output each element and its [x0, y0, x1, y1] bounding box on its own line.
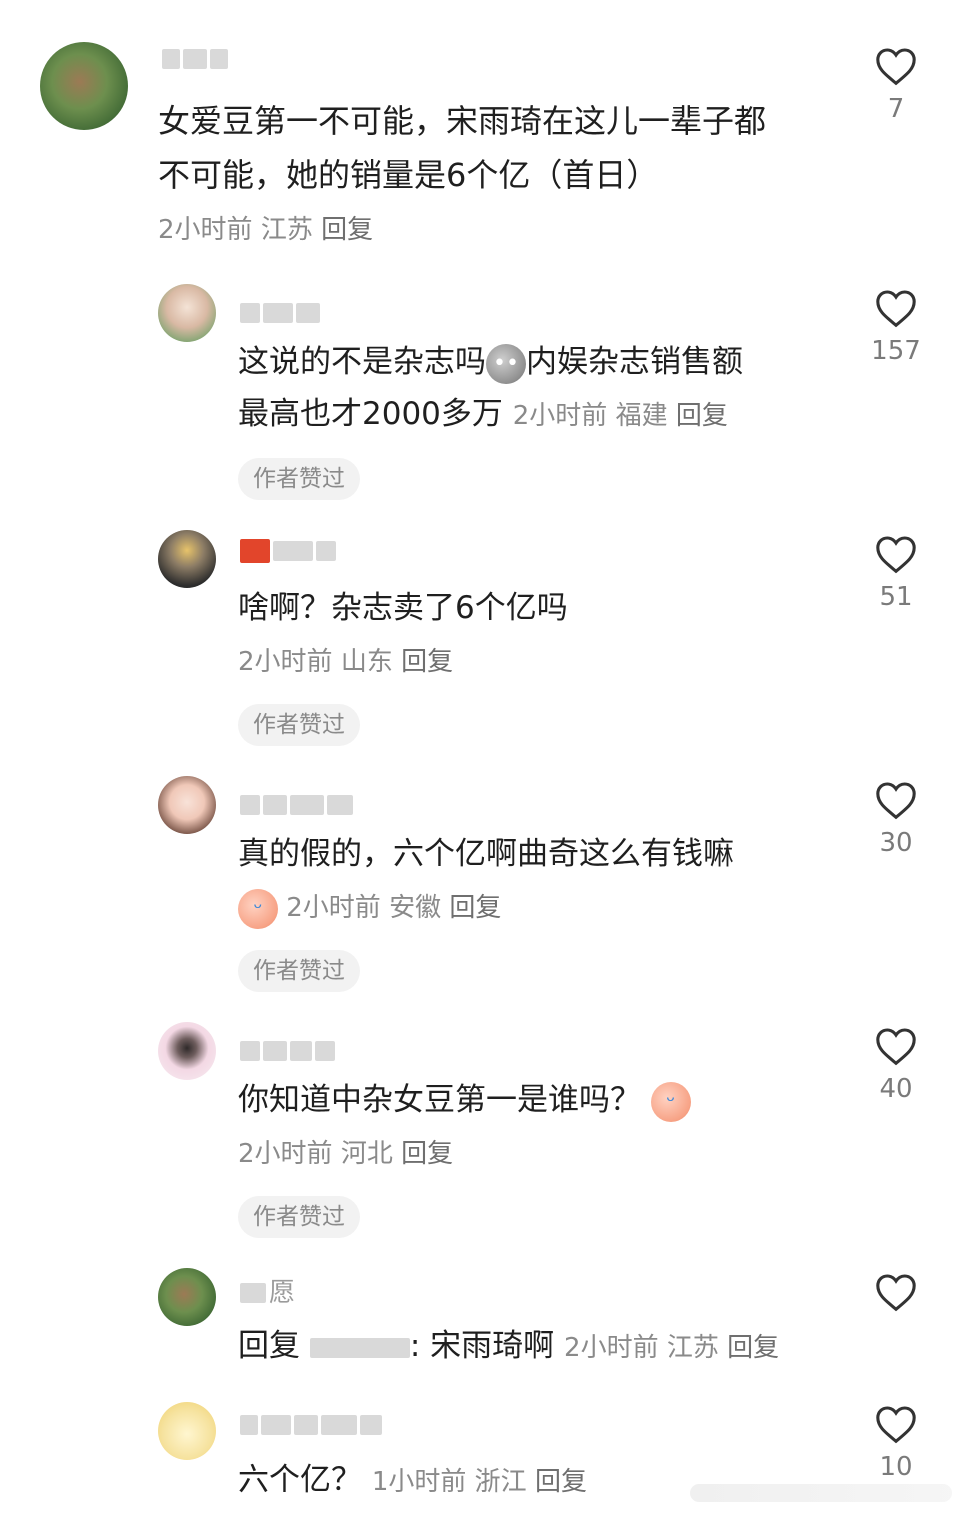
- avatar[interactable]: [158, 284, 216, 342]
- like-count: 10: [879, 1452, 913, 1482]
- reply-button[interactable]: 回复: [321, 215, 373, 245]
- username-masked[interactable]: [162, 46, 228, 72]
- username-masked[interactable]: [240, 792, 353, 818]
- comment-meta: ᵕ 2小时前 安徽 回复: [238, 888, 501, 929]
- comment-meta: 2小时前 河北 回复: [238, 1139, 454, 1169]
- like-button[interactable]: 10: [866, 1404, 926, 1482]
- reply-button[interactable]: 回复: [449, 893, 501, 923]
- like-count: 40: [879, 1074, 913, 1104]
- like-button[interactable]: 30: [866, 780, 926, 858]
- comment-6: 愿 回复 : 宋雨琦啊 2小时前 江苏 回复: [0, 1264, 960, 1394]
- author-liked-badge: 作者赞过: [238, 1196, 360, 1238]
- like-count: 30: [879, 828, 913, 858]
- comment-3: 啥啊？杂志卖了6个亿吗 2小时前 山东 回复 作者赞过 51: [0, 526, 960, 766]
- heart-outline-icon: [876, 1406, 916, 1444]
- heart-outline-icon: [876, 782, 916, 820]
- watermark-bar: [690, 1484, 952, 1502]
- author-liked-badge: 作者赞过: [238, 458, 360, 500]
- like-count: 51: [879, 582, 913, 612]
- mentioned-user-masked[interactable]: [309, 1337, 410, 1358]
- comment-4: 真的假的，六个亿啊曲奇这么有钱嘛 ᵕ 2小时前 安徽 回复 作者赞过 30: [0, 772, 960, 1012]
- reply-button[interactable]: 回复: [401, 647, 453, 677]
- like-button[interactable]: 51: [866, 534, 926, 612]
- gray-face-emoji: ••: [486, 343, 526, 384]
- comment-text: 真的假的，六个亿啊曲奇这么有钱嘛: [238, 836, 734, 872]
- comment-5: 你知道中杂女豆第一是谁吗？ ᵕ 2小时前 河北 回复 作者赞过 40: [0, 1018, 960, 1258]
- avatar[interactable]: [158, 776, 216, 834]
- avatar[interactable]: [158, 530, 216, 588]
- username-masked[interactable]: [240, 300, 320, 326]
- author-liked-badge: 作者赞过: [238, 950, 360, 992]
- reply-button[interactable]: 回复: [727, 1333, 779, 1363]
- comment-2: 这说的不是杂志吗 •• 内娱杂志销售额 最高也才2000多万 2小时前 福建 回复 …: [0, 280, 960, 520]
- like-count: 157: [871, 336, 921, 366]
- avatar[interactable]: [40, 42, 128, 130]
- avatar[interactable]: [158, 1022, 216, 1080]
- reply-button[interactable]: 回复: [535, 1467, 587, 1497]
- reply-button[interactable]: 回复: [401, 1139, 453, 1169]
- like-button[interactable]: 7: [866, 46, 926, 124]
- username-partial: 愿: [269, 1278, 296, 1308]
- comment-text: 六个亿？ 1小时前 浙江 回复: [238, 1462, 587, 1498]
- avatar[interactable]: [158, 1268, 216, 1326]
- heart-outline-icon: [876, 1028, 916, 1066]
- crying-laugh-emoji: ᵕ: [650, 1081, 691, 1122]
- comment-text: 你知道中杂女豆第一是谁吗？ ᵕ: [238, 1074, 691, 1126]
- comment-text: 这说的不是杂志吗 •• 内娱杂志销售额 最高也才2000多万 2小时前 福建 回复: [238, 343, 743, 432]
- like-button[interactable]: [866, 1272, 926, 1312]
- username-masked[interactable]: [240, 1412, 382, 1438]
- heart-outline-icon: [876, 536, 916, 574]
- like-count: 7: [887, 94, 905, 124]
- comment-meta: 2小时前 山东 回复: [238, 647, 454, 677]
- comment-1: 女爱豆第一不可能，宋雨琦在这儿一辈子都 不可能，她的销量是6个亿（首日） 2小时…: [0, 0, 960, 260]
- heart-outline-icon: [876, 1274, 916, 1312]
- comment-text: 啥啊？杂志卖了6个亿吗: [238, 590, 568, 626]
- comment-meta: 2小时前 江苏 回复: [158, 215, 374, 245]
- like-button[interactable]: 157: [866, 288, 926, 366]
- username-masked[interactable]: 愿: [240, 1280, 295, 1306]
- heart-outline-icon: [876, 290, 916, 328]
- crying-laugh-emoji: ᵕ: [238, 888, 278, 929]
- author-liked-badge: 作者赞过: [238, 704, 360, 746]
- username-masked[interactable]: [240, 1038, 335, 1064]
- avatar[interactable]: [158, 1402, 216, 1460]
- comment-text: 女爱豆第一不可能，宋雨琦在这儿一辈子都 不可能，她的销量是6个亿（首日）: [158, 102, 767, 194]
- username-masked[interactable]: [240, 538, 336, 564]
- reply-button[interactable]: 回复: [676, 401, 728, 431]
- comment-text: 回复 : 宋雨琦啊 2小时前 江苏 回复: [238, 1328, 780, 1364]
- like-button[interactable]: 40: [866, 1026, 926, 1104]
- heart-outline-icon: [876, 48, 916, 86]
